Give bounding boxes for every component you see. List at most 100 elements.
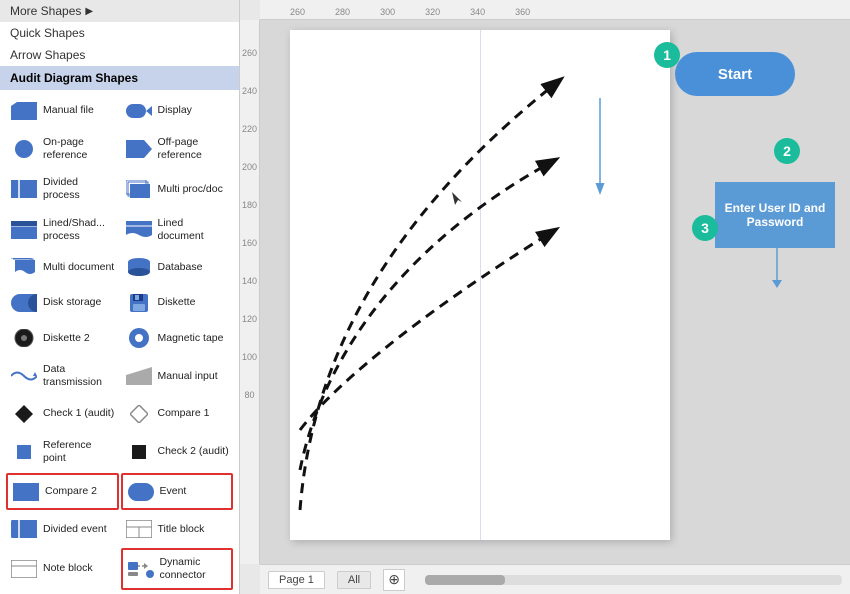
- display-icon: [125, 101, 153, 121]
- start-node[interactable]: Start: [675, 52, 795, 96]
- shape-data-transmission[interactable]: Data transmission: [6, 357, 119, 395]
- reference-point-label: Reference point: [43, 439, 115, 464]
- shape-compare2[interactable]: Compare 2: [6, 473, 119, 510]
- lined-shad-process-icon: [10, 220, 38, 240]
- arrow-shapes-label: Arrow Shapes: [10, 48, 85, 62]
- event-icon: [127, 482, 155, 502]
- quick-shapes-label: Quick Shapes: [10, 26, 85, 40]
- add-page-button[interactable]: ⊕: [383, 569, 405, 591]
- divided-process-icon: [10, 179, 38, 199]
- shape-compare1[interactable]: Compare 1: [121, 397, 234, 430]
- shape-lined-shad-process[interactable]: Lined/Shad... process: [6, 210, 119, 248]
- arrow-shapes-item[interactable]: Arrow Shapes: [0, 44, 239, 66]
- shape-display[interactable]: Display: [121, 94, 234, 127]
- shape-manual-input[interactable]: Manual input: [121, 357, 234, 395]
- multi-proc-doc-label: Multi proc/doc: [158, 183, 223, 196]
- shape-multi-proc-doc[interactable]: Multi proc/doc: [121, 170, 234, 208]
- magnetic-tape-label: Magnetic tape: [158, 332, 224, 345]
- step-num-3: 3: [692, 215, 718, 241]
- diskette2-icon: [10, 328, 38, 348]
- more-shapes-item[interactable]: More Shapes ▶: [0, 0, 239, 22]
- note-block-icon: [10, 559, 38, 579]
- shape-dynamic-connector[interactable]: Dynamic connector: [121, 548, 234, 591]
- canvas-area: 260 280 300 320 340 360 260 240 220 200 …: [240, 0, 850, 594]
- divided-event-label: Divided event: [43, 523, 107, 536]
- shape-off-page-ref[interactable]: Off-page reference: [121, 129, 234, 167]
- disk-storage-icon: [10, 293, 38, 313]
- more-shapes-label: More Shapes: [10, 4, 81, 18]
- guide-line: [480, 30, 481, 540]
- canvas-main[interactable]: Start 1 2 Enter User ID and Password 3: [260, 20, 850, 564]
- step-num-2: 2: [774, 138, 800, 164]
- shape-event[interactable]: Event: [121, 473, 234, 510]
- magnetic-tape-icon: [125, 328, 153, 348]
- compare1-icon: [125, 404, 153, 424]
- dynamic-connector-label: Dynamic connector: [160, 556, 228, 581]
- shape-title-block[interactable]: Title block: [121, 512, 234, 545]
- shape-multi-document[interactable]: Multi document: [6, 251, 119, 284]
- down-arrow-svg: [767, 248, 787, 288]
- diskette-icon: [125, 293, 153, 313]
- page1-tab[interactable]: Page 1: [268, 571, 325, 589]
- all-tab[interactable]: All: [337, 571, 371, 589]
- multi-proc-doc-icon: [125, 179, 153, 199]
- bottom-bar: Page 1 All ⊕: [260, 564, 850, 594]
- divided-event-icon: [10, 519, 38, 539]
- scrollbar[interactable]: [425, 575, 842, 585]
- check2-audit-label: Check 2 (audit): [158, 445, 229, 458]
- shape-check1-audit[interactable]: Check 1 (audit): [6, 397, 119, 430]
- shape-manual-file[interactable]: Manual file: [6, 94, 119, 127]
- multi-document-icon: [10, 257, 38, 277]
- shape-disk-storage[interactable]: Disk storage: [6, 286, 119, 319]
- shape-note-block[interactable]: Note block: [6, 548, 119, 591]
- display-label: Display: [158, 104, 192, 117]
- shape-reference-point[interactable]: Reference point: [6, 432, 119, 470]
- check1-audit-label: Check 1 (audit): [43, 407, 114, 420]
- dynamic-connector-icon: [127, 559, 155, 579]
- note-block-label: Note block: [43, 562, 93, 575]
- lined-document-icon: [125, 220, 153, 240]
- shape-magnetic-tape[interactable]: Magnetic tape: [121, 321, 234, 354]
- off-page-ref-label: Off-page reference: [158, 136, 230, 161]
- more-shapes-arrow: ▶: [85, 6, 93, 17]
- shapes-grid: Manual file Display On-page reference Of…: [0, 90, 239, 594]
- diskette2-label: Diskette 2: [43, 332, 90, 345]
- divided-process-label: Divided process: [43, 176, 115, 201]
- multi-document-label: Multi document: [43, 261, 114, 274]
- on-page-ref-label: On-page reference: [43, 136, 115, 161]
- lined-document-label: Lined document: [158, 217, 230, 242]
- manual-file-label: Manual file: [43, 104, 94, 117]
- data-transmission-label: Data transmission: [43, 363, 115, 388]
- section-header: Audit Diagram Shapes: [0, 66, 239, 90]
- quick-shapes-item[interactable]: Quick Shapes: [0, 22, 239, 44]
- shape-check2-audit[interactable]: Check 2 (audit): [121, 432, 234, 470]
- manual-input-icon: [125, 366, 153, 386]
- shape-diskette[interactable]: Diskette: [121, 286, 234, 319]
- check1-audit-icon: [10, 404, 38, 424]
- event-label: Event: [160, 485, 187, 498]
- on-page-ref-icon: [10, 139, 38, 159]
- manual-input-label: Manual input: [158, 370, 218, 383]
- add-page-icon: ⊕: [388, 571, 400, 588]
- left-panel: More Shapes ▶ Quick Shapes Arrow Shapes …: [0, 0, 240, 594]
- title-block-label: Title block: [158, 523, 205, 536]
- disk-storage-label: Disk storage: [43, 296, 101, 309]
- shape-divided-event[interactable]: Divided event: [6, 512, 119, 545]
- canvas-ruler-top: 260 280 300 320 340 360: [260, 0, 850, 20]
- database-label: Database: [158, 261, 203, 274]
- title-block-icon: [125, 519, 153, 539]
- shape-diskette2[interactable]: Diskette 2: [6, 321, 119, 354]
- shape-lined-document[interactable]: Lined document: [121, 210, 234, 248]
- shape-database[interactable]: Database: [121, 251, 234, 284]
- reference-point-icon: [10, 442, 38, 462]
- data-transmission-icon: [10, 366, 38, 386]
- shape-divided-process[interactable]: Divided process: [6, 170, 119, 208]
- canvas-ruler-left: 260 240 220 200 180 160 140 120 100 80: [240, 20, 260, 564]
- check2-audit-icon: [125, 442, 153, 462]
- manual-file-icon: [10, 101, 38, 121]
- enter-user-node[interactable]: Enter User ID and Password: [715, 182, 835, 248]
- scrollbar-thumb: [425, 575, 505, 585]
- shape-on-page-ref[interactable]: On-page reference: [6, 129, 119, 167]
- canvas-page: [290, 30, 670, 540]
- diskette-label: Diskette: [158, 296, 196, 309]
